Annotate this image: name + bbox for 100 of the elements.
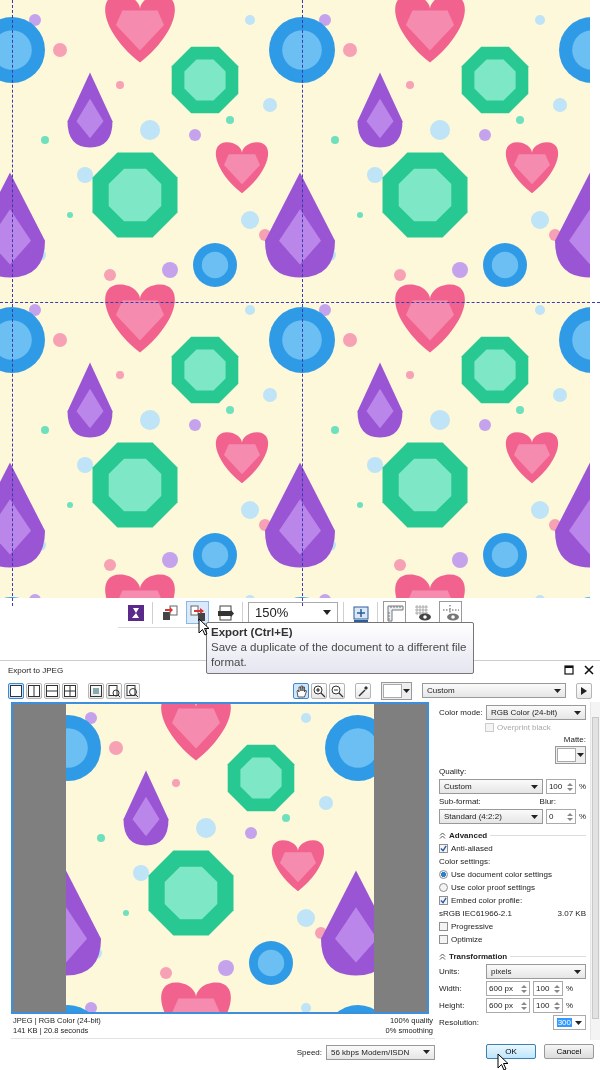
radio-button[interactable] xyxy=(439,883,448,892)
field-label: Width: xyxy=(439,984,463,993)
spin-field[interactable]: 100 xyxy=(545,779,576,794)
layout-icon xyxy=(27,683,41,698)
caret-icon xyxy=(575,1020,582,1025)
field-label: Sub-format: xyxy=(439,797,481,806)
layout-icon xyxy=(63,683,77,698)
checkbox[interactable] xyxy=(439,935,448,944)
checkbox[interactable] xyxy=(439,922,448,931)
view-layout-button[interactable] xyxy=(62,682,78,699)
collapse-chevron-icon[interactable] xyxy=(439,832,446,839)
scrollbar[interactable] xyxy=(590,702,600,1040)
dropdown[interactable]: Custom xyxy=(439,779,543,794)
radio-button[interactable] xyxy=(439,870,448,879)
checkbox-label: Embed color profile: xyxy=(451,896,523,905)
field-label: Color mode: xyxy=(439,708,483,717)
unit-label: % xyxy=(578,812,586,821)
pdf-file-icon xyxy=(216,603,235,622)
maximize-icon xyxy=(564,665,574,675)
file-arrow-icon xyxy=(160,603,179,622)
view-layout-button[interactable] xyxy=(26,682,42,699)
caret-icon xyxy=(423,1050,430,1054)
zoom-in-button[interactable] xyxy=(311,682,327,699)
close-button[interactable] xyxy=(584,665,594,675)
zoom-in-icon xyxy=(312,683,326,698)
dropdown[interactable]: pixels xyxy=(486,964,586,979)
checkbox[interactable] xyxy=(439,896,448,905)
hand-tool-button[interactable] xyxy=(293,682,309,699)
spin-field[interactable]: 100 xyxy=(533,998,563,1013)
zoom-button[interactable] xyxy=(124,682,140,699)
zoom-button[interactable] xyxy=(88,682,104,699)
color-swatch-dropdown[interactable] xyxy=(555,746,586,764)
speed-dropdown[interactable]: 56 kbps Modem/ISDN xyxy=(326,1044,435,1060)
dropdown[interactable]: Standard (4:2:2) xyxy=(439,809,543,824)
zoom-out-button[interactable] xyxy=(329,682,345,699)
caret-icon xyxy=(577,753,584,757)
spinner-arrows-icon xyxy=(554,1000,560,1011)
spin-field[interactable]: 0 xyxy=(545,809,576,824)
field-label: Resolution: xyxy=(439,1018,481,1027)
radio-label: Use color proof settings xyxy=(451,883,536,892)
unit-label: % xyxy=(566,984,574,993)
next-button[interactable] xyxy=(576,682,592,699)
collapse-chevron-icon[interactable] xyxy=(439,953,446,960)
guides-eye-icon xyxy=(441,603,460,622)
checkbox[interactable] xyxy=(439,844,448,853)
dropdown[interactable]: RGB Color (24-bit) xyxy=(486,705,586,720)
caret-icon xyxy=(554,688,561,693)
spinner-arrows-icon xyxy=(554,983,560,994)
spinner-arrows-icon xyxy=(566,781,573,792)
spin-field[interactable]: 100 xyxy=(533,981,563,996)
field-label: Color settings: xyxy=(439,857,491,866)
profile-name: sRGB IEC61966-2.1 xyxy=(439,909,512,918)
spinner-arrows-icon xyxy=(521,1000,527,1011)
dialog-button[interactable]: Cancel xyxy=(544,1044,594,1059)
tooltip-text: Save a duplicate of the document to a different file format. xyxy=(211,640,468,670)
speed-label: Speed: xyxy=(296,1047,322,1057)
play-icon xyxy=(580,686,588,695)
caret-icon xyxy=(403,688,410,693)
field-label: Height: xyxy=(439,1001,466,1010)
field-label: Units: xyxy=(439,967,461,976)
view-layout-button[interactable] xyxy=(8,682,24,699)
checkbox-label: Optimize xyxy=(451,935,483,944)
grid-eye-icon xyxy=(413,603,432,622)
field-label: Blur: xyxy=(539,797,556,806)
field-label: Quality: xyxy=(439,767,467,776)
spin-field[interactable]: 600 px xyxy=(486,981,530,996)
unit-label: % xyxy=(578,782,586,791)
checkbox-label: Overprint black xyxy=(497,723,551,732)
checkbox-label: Anti-aliased xyxy=(451,844,493,853)
caret-icon xyxy=(530,784,538,789)
full-screen-icon xyxy=(351,603,370,622)
rulers-button[interactable] xyxy=(383,601,406,624)
square-logo-icon xyxy=(126,603,145,622)
dialog-title: Export to JPEG xyxy=(8,665,64,675)
layout-icon xyxy=(9,683,23,698)
layout-icon xyxy=(45,683,59,698)
section-title: Transformation xyxy=(449,952,508,961)
caret-icon xyxy=(323,610,331,615)
eyedropper-button[interactable] xyxy=(355,682,371,699)
close-icon xyxy=(584,665,594,675)
checkbox-label: Progressive xyxy=(451,922,494,931)
caret-icon xyxy=(574,969,581,974)
zoom-out-icon xyxy=(330,683,344,698)
dialog-button[interactable]: OK xyxy=(486,1044,536,1059)
hand-icon xyxy=(294,683,308,698)
guides-button[interactable] xyxy=(439,601,462,624)
unit-label: % xyxy=(566,1001,574,1010)
zoom-page-icon xyxy=(107,683,121,698)
zoom-button[interactable] xyxy=(106,682,122,699)
caret-icon xyxy=(574,710,581,715)
view-layout-button[interactable] xyxy=(44,682,60,699)
preset-dropdown[interactable]: Custom xyxy=(422,683,566,698)
spin-field[interactable]: 600 px xyxy=(486,998,530,1013)
maximize-button[interactable] xyxy=(564,665,574,675)
field-label: Matte: xyxy=(563,735,586,744)
section-title: Advanced xyxy=(449,831,488,840)
color-swatch-dropdown[interactable] xyxy=(381,681,412,700)
profile-size: 3.07 KB xyxy=(557,909,586,918)
file-arrow-icon xyxy=(188,603,207,622)
eyedropper-icon xyxy=(356,683,370,698)
